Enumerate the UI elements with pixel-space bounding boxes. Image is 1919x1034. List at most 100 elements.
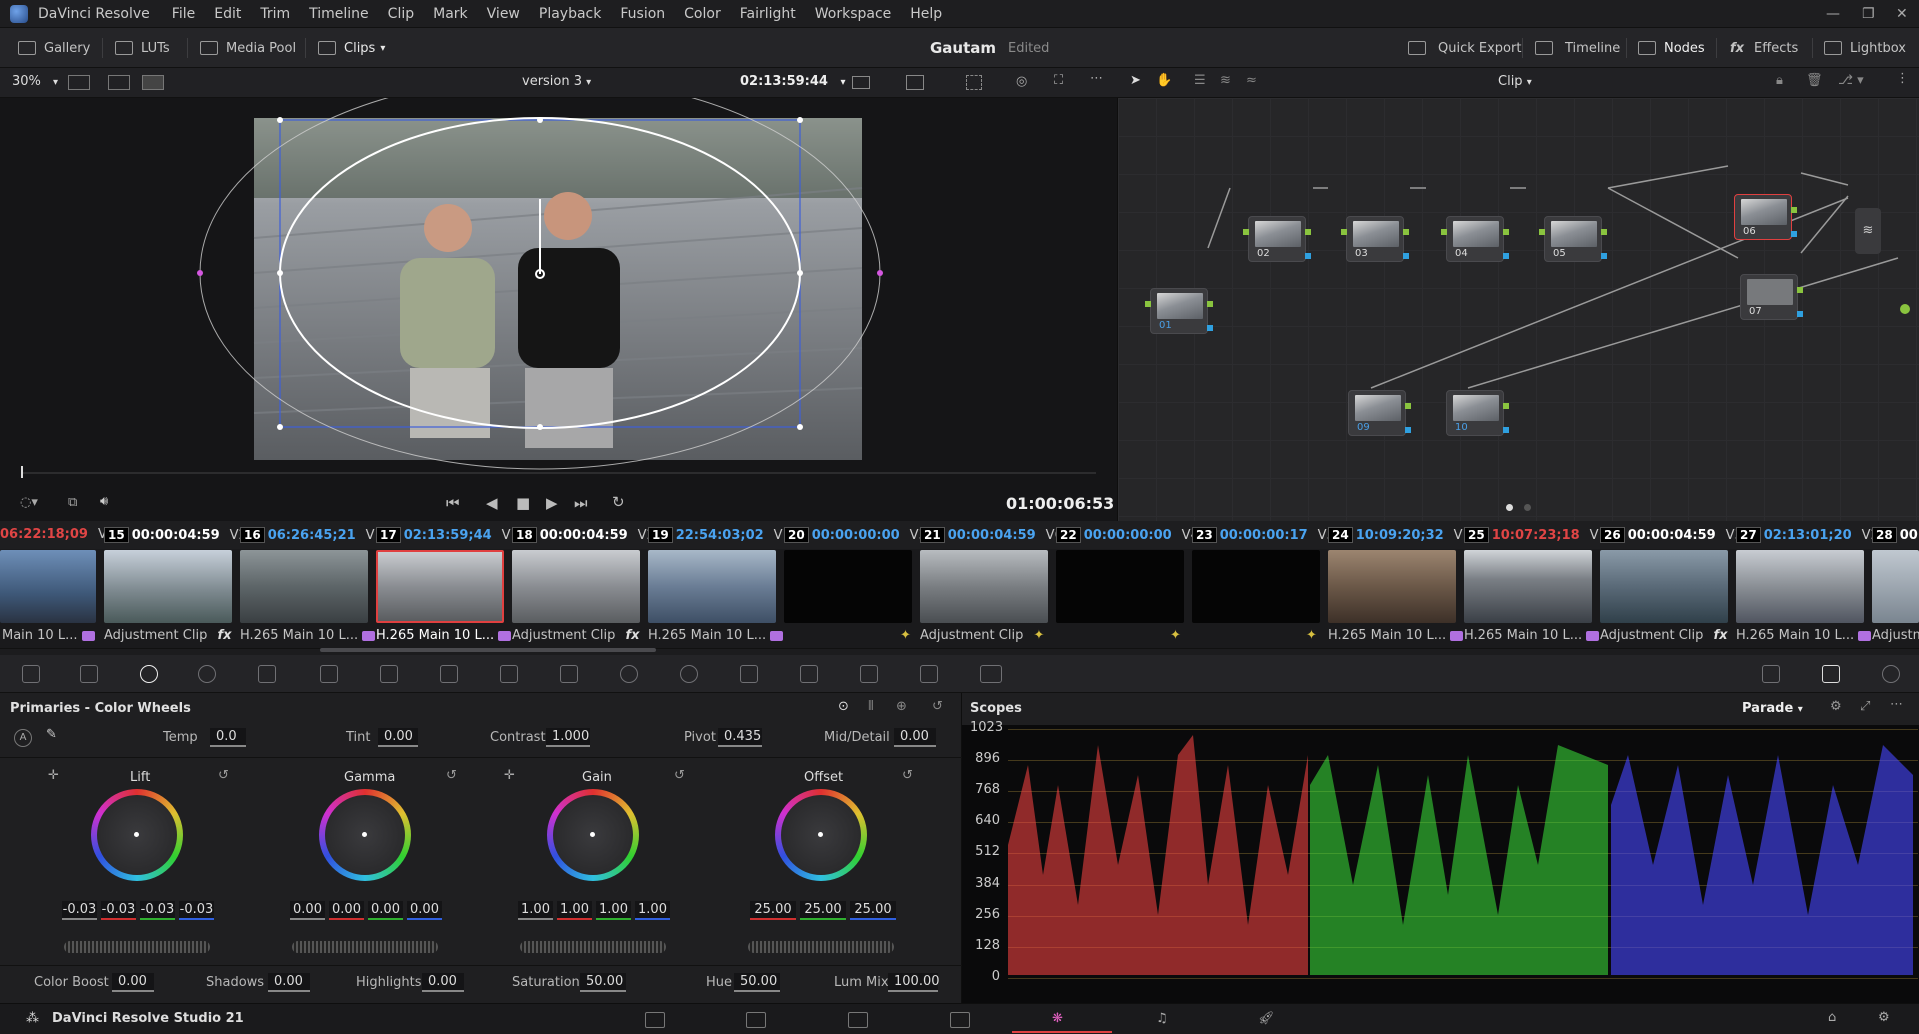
- menu-mark[interactable]: Mark: [433, 6, 468, 22]
- edit-page-icon[interactable]: [848, 1012, 868, 1028]
- gamma-b[interactable]: 0.00: [407, 901, 442, 920]
- share-icon[interactable]: ⎇ ▾: [1838, 73, 1864, 88]
- trash-icon[interactable]: 🗑︎: [1806, 73, 1823, 88]
- play-reverse-icon[interactable]: ◀: [486, 494, 498, 512]
- motion-effects-icon[interactable]: [320, 665, 338, 683]
- color-match-icon[interactable]: [80, 665, 98, 683]
- split-view-icon[interactable]: [108, 75, 130, 90]
- clip-header[interactable]: 23 00:00:00:17 V5: [1192, 527, 1335, 543]
- node-06[interactable]: 06: [1734, 194, 1797, 240]
- bypass-icon[interactable]: ≈: [1246, 73, 1257, 88]
- minimize-icon[interactable]: —: [1826, 6, 1840, 22]
- zoom-select[interactable]: 30% ▾: [12, 74, 58, 89]
- clip-thumbnail[interactable]: [1328, 550, 1456, 623]
- color-picker-icon[interactable]: ◎: [1016, 74, 1027, 89]
- highlight-icon[interactable]: [966, 75, 982, 90]
- timeline-button[interactable]: Timeline: [1535, 28, 1620, 68]
- contrast-field[interactable]: 1.000: [546, 728, 590, 747]
- pointer-tool-icon[interactable]: ➤: [1130, 73, 1141, 88]
- version-select[interactable]: version 3 ▾: [522, 74, 591, 89]
- play-icon[interactable]: ▶: [546, 494, 558, 512]
- menu-file[interactable]: File: [172, 6, 195, 22]
- media-page-icon[interactable]: [645, 1012, 665, 1028]
- effects-button[interactable]: fx Effects: [1730, 28, 1798, 68]
- key-icon[interactable]: [860, 665, 878, 683]
- clip-header[interactable]: 15 00:00:04:59 V2: [104, 527, 247, 543]
- viewer-mode-icon[interactable]: ◌▾: [20, 495, 38, 510]
- node-03[interactable]: 03: [1341, 216, 1409, 262]
- menu-trim[interactable]: Trim: [260, 6, 290, 22]
- menu-clip[interactable]: Clip: [388, 6, 414, 22]
- lift-g[interactable]: -0.03: [140, 901, 175, 920]
- gamma-wheel[interactable]: [319, 789, 411, 881]
- clip-thumbnail[interactable]: [240, 550, 368, 623]
- node-10[interactable]: 10: [1446, 390, 1509, 436]
- hue-field[interactable]: 50.00: [734, 973, 780, 992]
- fusion-page-icon[interactable]: [950, 1012, 970, 1028]
- menu-fusion[interactable]: Fusion: [620, 6, 665, 22]
- node-05[interactable]: 05: [1539, 216, 1607, 262]
- clip-header[interactable]: 22 00:00:00:00 V4: [1056, 527, 1199, 543]
- skip-start-icon[interactable]: ⏮: [446, 494, 460, 512]
- lock-icon[interactable]: 🔒︎: [1776, 73, 1783, 88]
- sizing-icon[interactable]: [920, 665, 938, 683]
- info-icon[interactable]: [1882, 665, 1900, 683]
- scope-settings-icon[interactable]: ⚙: [1830, 699, 1842, 714]
- gain-r[interactable]: 1.00: [557, 901, 592, 920]
- home-icon[interactable]: ⌂: [1828, 1010, 1836, 1025]
- 3d-icon[interactable]: [980, 665, 1002, 683]
- color-wheels-icon[interactable]: [140, 665, 158, 683]
- more-options-icon[interactable]: ⋯: [1090, 71, 1103, 86]
- layer-mixer-node[interactable]: ≋: [1855, 208, 1881, 254]
- clip-thumbnail[interactable]: [0, 550, 96, 623]
- lift-reset-icon[interactable]: ↺: [218, 768, 229, 783]
- clip-thumbnail[interactable]: [1056, 550, 1184, 623]
- lift-wheel[interactable]: [91, 789, 183, 881]
- crosshair-icon[interactable]: ✛: [48, 768, 59, 783]
- offset-g[interactable]: 25.00: [800, 901, 846, 920]
- gain-b[interactable]: 1.00: [635, 901, 670, 920]
- blur-icon[interactable]: [800, 665, 818, 683]
- menu-edit[interactable]: Edit: [214, 6, 241, 22]
- offset-wheel[interactable]: [775, 789, 867, 881]
- camera-raw-icon[interactable]: [22, 665, 40, 683]
- clip-thumbnail[interactable]: [1192, 550, 1320, 623]
- settings-icon[interactable]: ⚙: [1878, 1010, 1890, 1025]
- layers-icon[interactable]: ≋: [1220, 73, 1231, 88]
- stop-icon[interactable]: ■: [516, 494, 530, 512]
- node-09[interactable]: 09: [1348, 390, 1411, 436]
- clip-header[interactable]: 26 00:00:04:59 V3: [1600, 527, 1743, 543]
- saturation-field[interactable]: 50.00: [580, 973, 626, 992]
- picker-icon[interactable]: ✎: [46, 727, 57, 742]
- page-dot[interactable]: [1524, 504, 1531, 511]
- quick-export-button[interactable]: Quick Export: [1408, 28, 1521, 68]
- clips-button[interactable]: Clips ▾: [318, 28, 385, 68]
- lift-jog-wheel[interactable]: [64, 941, 210, 953]
- menu-playback[interactable]: Playback: [539, 6, 601, 22]
- offset-b[interactable]: 25.00: [850, 901, 896, 920]
- lum-mix-field[interactable]: 100.00: [888, 973, 940, 992]
- highlights-field[interactable]: 0.00: [422, 973, 464, 992]
- clip-scrollbar[interactable]: [320, 648, 656, 652]
- node-07[interactable]: 07: [1740, 274, 1803, 320]
- gallery-button[interactable]: Gallery: [18, 28, 90, 68]
- curves-icon[interactable]: [380, 665, 398, 683]
- hand-tool-icon[interactable]: ✋: [1156, 73, 1172, 88]
- playhead[interactable]: [21, 466, 23, 478]
- clip-header[interactable]: 18 00:00:04:59 V2: [512, 527, 655, 543]
- node-graph[interactable]: 01 02 03 04 05 06 07 09 10 ≋: [1118, 98, 1919, 521]
- clip-thumbnail[interactable]: [104, 550, 232, 623]
- node-02[interactable]: 02: [1243, 216, 1311, 262]
- menu-help[interactable]: Help: [910, 6, 942, 22]
- fairlight-page-icon[interactable]: ♫: [1156, 1011, 1168, 1026]
- hdr-wheels-icon[interactable]: [198, 665, 216, 683]
- gamma-reset-icon[interactable]: ↺: [446, 768, 457, 783]
- clip-header[interactable]: 27 02:13:01;20 V2: [1736, 527, 1879, 543]
- eyedropper-icon[interactable]: [560, 665, 578, 683]
- gain-reset-icon[interactable]: ↺: [674, 768, 685, 783]
- source-timecode[interactable]: 02:13:59:44 ▾: [740, 74, 846, 89]
- auto-balance-icon[interactable]: A: [14, 729, 32, 747]
- color-page-icon[interactable]: ❋: [1052, 1011, 1063, 1026]
- rgb-mixer-icon[interactable]: [258, 665, 276, 683]
- hdr-icon[interactable]: [906, 75, 924, 90]
